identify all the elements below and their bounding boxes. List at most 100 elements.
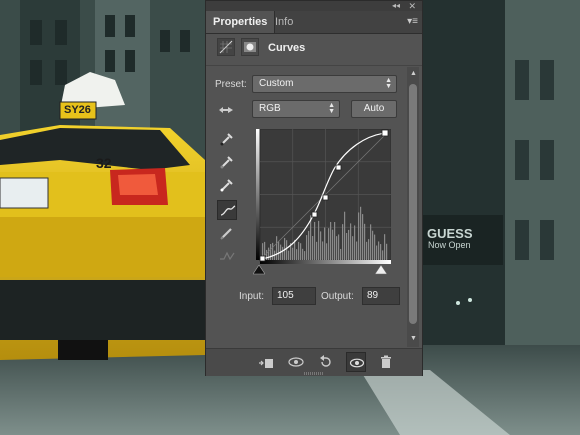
panel-title-strip[interactable]: ◂◂ ✕ [206,1,422,11]
histogram-bar [306,235,308,260]
scrollbar-thumb[interactable] [409,84,417,324]
histogram-bar [268,247,270,260]
histogram-bar [384,234,386,260]
taxi-roof-sign: SY26 [64,104,91,116]
tab-properties[interactable]: Properties [206,11,276,33]
preset-select[interactable]: Custom ▲ ▼ [252,75,397,93]
histogram-bar [360,206,362,260]
black-point-eyedropper-icon[interactable] [217,129,237,149]
adjustment-header: Curves [206,34,422,64]
histogram-bar [364,223,366,260]
histogram-bar [372,230,374,260]
histogram-bar [278,241,280,260]
histogram-bar [312,236,314,260]
histogram-bar [366,241,368,260]
gray-point-eyedropper-icon[interactable] [217,152,237,172]
histogram-bar [282,246,284,260]
input-label: Input: [239,291,265,302]
histogram-bar [296,249,298,260]
histogram-bar [376,245,378,260]
reset-icon[interactable] [316,352,336,372]
updown-arrow-icon: ▲ ▼ [328,102,335,115]
histogram-bar [356,241,358,260]
black-point-slider-icon[interactable] [253,265,265,275]
clip-to-layer-icon[interactable] [256,352,276,372]
histogram-bar [316,241,318,260]
histogram-bar [368,239,370,260]
histogram-bar [288,250,290,260]
hand-adjust-tool[interactable] [216,100,236,120]
histogram-bar [350,223,352,260]
histogram-bar [314,221,316,260]
resize-grip[interactable] [304,372,324,375]
histogram-bar [304,251,306,260]
histogram-bar [318,220,320,260]
histogram-bar [374,234,376,260]
histogram-bar [348,229,350,260]
store-sign: GUESS [427,226,473,241]
histogram-bar [300,243,302,260]
histogram-bar [362,214,364,260]
channel-select[interactable]: RGB ▲ ▼ [252,100,340,118]
tab-info[interactable]: Info [268,11,300,33]
histogram-bar [352,236,354,260]
taxi-number: 32 [96,155,112,171]
panel-scrollbar[interactable]: ▲ ▼ [407,67,419,347]
smooth-curve-icon[interactable] [217,246,237,266]
scroll-down-icon[interactable]: ▼ [410,335,417,342]
view-previous-state-icon[interactable] [286,352,306,372]
histogram-bar [330,221,332,260]
double-chevron-icon[interactable]: ◂◂ [392,1,400,11]
output-field[interactable]: 89 [362,287,400,305]
channel-value: RGB [259,103,281,114]
pencil-tool-icon[interactable] [217,223,237,243]
panel-bottom-toolbar [206,348,422,376]
histogram-bar [344,211,346,260]
histogram-bar [386,243,388,260]
preset-value: Custom [259,78,294,89]
histogram-bar [320,231,322,260]
adjustment-title: Curves [268,42,306,54]
panel-menu-icon[interactable]: ▾≡ [407,16,418,27]
auto-button[interactable]: Auto [351,100,397,118]
output-label: Output: [321,291,354,302]
histogram-bar [324,227,326,260]
panel-tab-bar: Properties Info ▾≡ [206,11,422,34]
divider [206,65,422,66]
histogram-bar [302,248,304,260]
histogram-bar [336,236,338,260]
histogram-bar [340,248,342,260]
histogram-bar [298,241,300,260]
updown-arrow-icon: ▲ ▼ [385,77,392,90]
histogram-bar [322,241,324,260]
histogram-bar [334,222,336,260]
histogram-bar [338,234,340,260]
store-sub-sign: Now Open [428,240,471,250]
preset-label: Preset: [215,79,247,90]
histogram-bar [332,229,334,260]
histogram-bar [326,243,328,260]
trash-icon[interactable] [376,352,396,372]
histogram-bar [328,228,330,260]
white-point-slider-icon[interactable] [375,265,387,275]
histogram-bar [370,224,372,260]
input-field[interactable]: 105 [272,287,316,305]
scroll-up-icon[interactable]: ▲ [410,70,417,77]
histogram-bar [358,212,360,260]
histogram-bar [382,250,384,260]
histogram-bar [286,240,288,260]
histogram-bar [270,244,272,260]
curves-adjustment-icon[interactable] [217,38,235,56]
histogram-bar [276,236,278,260]
histogram-bar [346,233,348,260]
curve-points-tool-icon[interactable] [217,200,237,220]
visibility-eye-icon[interactable] [346,352,366,372]
histogram-bar [272,242,274,260]
layer-mask-icon[interactable] [241,38,259,56]
histogram-bar [378,241,380,260]
properties-panel: ◂◂ ✕ Properties Info ▾≡ Curves Preset: C… [205,0,423,376]
curves-graph[interactable] [256,129,391,264]
close-icon[interactable]: ✕ [408,1,416,11]
histogram-bar [354,225,356,260]
white-point-eyedropper-icon[interactable] [217,175,237,195]
